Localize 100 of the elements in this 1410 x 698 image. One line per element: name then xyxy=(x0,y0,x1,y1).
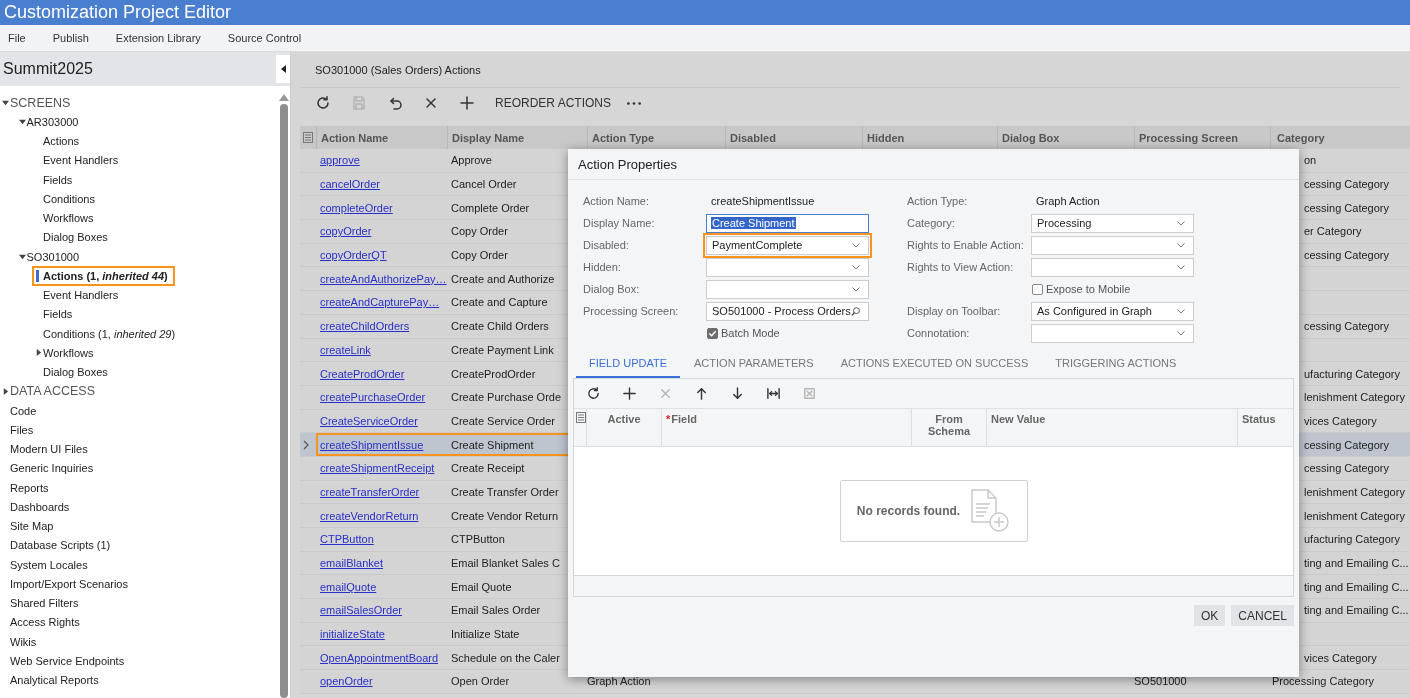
menu-item[interactable]: File xyxy=(0,32,26,44)
tree-item[interactable]: SO301000 xyxy=(26,250,80,263)
tree-item[interactable]: Fields xyxy=(43,308,73,321)
tree-item[interactable]: DATA ACCESS xyxy=(10,384,95,399)
column-header[interactable]: Category xyxy=(1277,131,1325,144)
checkbox[interactable] xyxy=(1032,283,1043,295)
action-link[interactable]: copyOrder xyxy=(320,225,372,238)
tab[interactable]: ACTION PARAMETERS xyxy=(681,350,827,378)
tree-item[interactable]: Database Scripts (1) xyxy=(10,539,111,552)
action-link[interactable]: copyOrderQT xyxy=(320,249,387,262)
column-header[interactable]: Disabled xyxy=(730,131,776,144)
dropdown-field[interactable]: Processing xyxy=(1031,213,1194,233)
tree-item[interactable]: Access Rights xyxy=(10,616,80,629)
caret-icon[interactable] xyxy=(2,387,9,395)
tree-item[interactable]: Shared Filters xyxy=(10,597,79,610)
tree-item[interactable]: SCREENS xyxy=(10,95,71,110)
column-header[interactable]: Dialog Box xyxy=(1002,131,1060,144)
column-settings-icon[interactable] xyxy=(576,412,586,423)
tree-item[interactable]: Event Handlers xyxy=(43,289,119,302)
dropdown-field[interactable] xyxy=(1031,235,1194,255)
tree-item[interactable]: Actions xyxy=(43,135,80,148)
caret-icon[interactable] xyxy=(2,99,9,107)
action-link[interactable]: openOrder xyxy=(320,675,373,688)
tree-item[interactable]: Reports xyxy=(10,481,49,494)
tree-item[interactable]: AR303000 xyxy=(26,115,79,128)
action-link[interactable]: createShipmentReceipt xyxy=(320,462,435,475)
menu-item[interactable]: Source Control xyxy=(219,32,302,44)
tab[interactable]: ACTIONS EXECUTED ON SUCCESS xyxy=(827,350,1042,378)
column-header[interactable]: Active xyxy=(591,413,657,425)
column-header[interactable]: Processing Screen xyxy=(1139,131,1239,144)
dropdown-field[interactable]: As Configured in Graph xyxy=(1031,301,1194,321)
cancel-button[interactable]: CANCEL xyxy=(1231,605,1294,626)
text-field[interactable]: Create Shipment xyxy=(706,213,869,233)
checkbox-label[interactable]: Expose to Mobile xyxy=(1046,283,1131,295)
checkbox-label[interactable]: Batch Mode xyxy=(721,327,780,339)
column-header[interactable]: Display Name xyxy=(452,131,525,144)
menu-item[interactable]: Extension Library xyxy=(107,32,201,44)
caret-icon[interactable] xyxy=(35,349,42,357)
tree-item[interactable]: Site Map xyxy=(10,520,54,533)
action-link[interactable]: createAndCapturePay… xyxy=(320,296,440,309)
action-link[interactable]: emailQuote xyxy=(320,580,377,593)
tab[interactable]: FIELD UPDATE xyxy=(576,350,681,378)
menu-item[interactable]: Publish xyxy=(44,32,89,44)
tree-item[interactable]: Dialog Boxes xyxy=(43,231,108,244)
tree-item[interactable]: Code xyxy=(10,404,37,417)
tree-item[interactable]: Event Handlers xyxy=(43,154,119,167)
action-link[interactable]: completeOrder xyxy=(320,201,393,214)
column-header[interactable]: Action Name xyxy=(321,131,389,144)
action-link[interactable]: CreateServiceOrder xyxy=(320,414,418,427)
reorder-actions-button[interactable]: REORDER ACTIONS xyxy=(491,91,615,115)
dropdown-field[interactable]: PaymentComplete xyxy=(706,235,869,255)
action-link[interactable]: createVendorReturn xyxy=(320,509,419,522)
tree-item[interactable]: Workflows xyxy=(43,212,94,225)
collapse-button[interactable] xyxy=(276,55,290,83)
ok-button[interactable]: OK xyxy=(1193,605,1226,626)
action-link[interactable]: emailSalesOrder xyxy=(320,604,402,617)
tree-item[interactable]: Files xyxy=(10,423,34,436)
tree-item[interactable]: Web Service Endpoints xyxy=(10,654,125,667)
column-header[interactable]: Hidden xyxy=(867,131,905,144)
action-link[interactable]: approve xyxy=(320,154,360,167)
action-link[interactable]: createLink xyxy=(320,343,371,356)
column-settings-icon[interactable] xyxy=(303,132,313,143)
caret-icon[interactable] xyxy=(18,118,26,126)
tree-item[interactable]: Dashboards xyxy=(10,500,70,513)
action-link[interactable]: initializeState xyxy=(320,628,385,641)
column-header[interactable]: From Schema xyxy=(916,413,982,437)
column-header[interactable]: Action Type xyxy=(592,131,655,144)
tree-item[interactable]: System Locales xyxy=(10,558,88,571)
action-link[interactable]: createChildOrders xyxy=(320,320,410,333)
dropdown-field[interactable] xyxy=(1031,257,1194,277)
dropdown-field[interactable] xyxy=(1031,323,1194,343)
action-link[interactable]: CTPButton xyxy=(320,533,374,546)
tree-item[interactable]: Dialog Boxes xyxy=(43,366,108,379)
scroll-up-icon[interactable] xyxy=(279,94,289,101)
tree-item[interactable]: Import/Export Scenarios xyxy=(10,577,128,590)
action-link[interactable]: createShipmentIssue xyxy=(320,438,424,451)
action-link[interactable]: cancelOrder xyxy=(320,178,380,191)
action-link[interactable]: createPurchaseOrder xyxy=(320,391,426,404)
action-link[interactable]: CreateProdOrder xyxy=(320,367,405,380)
tree-item[interactable]: Conditions (1, inherited 29) xyxy=(43,327,176,340)
tree-item[interactable]: Generic Inquiries xyxy=(10,462,94,475)
column-header[interactable]: New Value xyxy=(991,413,1233,425)
tree-item[interactable]: Fields xyxy=(43,173,73,186)
dropdown-field[interactable] xyxy=(706,279,869,299)
caret-icon[interactable] xyxy=(18,253,26,261)
tree-item[interactable]: Workflows xyxy=(43,346,94,359)
checkbox[interactable] xyxy=(707,327,718,339)
column-header[interactable]: *Field xyxy=(666,413,907,425)
tree-item[interactable]: Conditions xyxy=(43,192,95,205)
scroll-thumb[interactable] xyxy=(280,104,288,698)
action-link[interactable]: createAndAuthorizePay… xyxy=(320,272,447,285)
action-link[interactable]: OpenAppointmentBoard xyxy=(320,651,439,664)
search-icon[interactable] xyxy=(850,305,860,317)
action-link[interactable]: createTransferOrder xyxy=(320,485,420,498)
column-header[interactable]: Status xyxy=(1242,413,1294,425)
tree-item[interactable]: Modern UI Files xyxy=(10,443,88,456)
tree-item[interactable]: Wikis xyxy=(10,635,37,648)
tab[interactable]: TRIGGERING ACTIONS xyxy=(1042,350,1190,378)
action-link[interactable]: emailBlanket xyxy=(320,557,383,570)
tree-item[interactable]: Analytical Reports xyxy=(10,674,99,687)
